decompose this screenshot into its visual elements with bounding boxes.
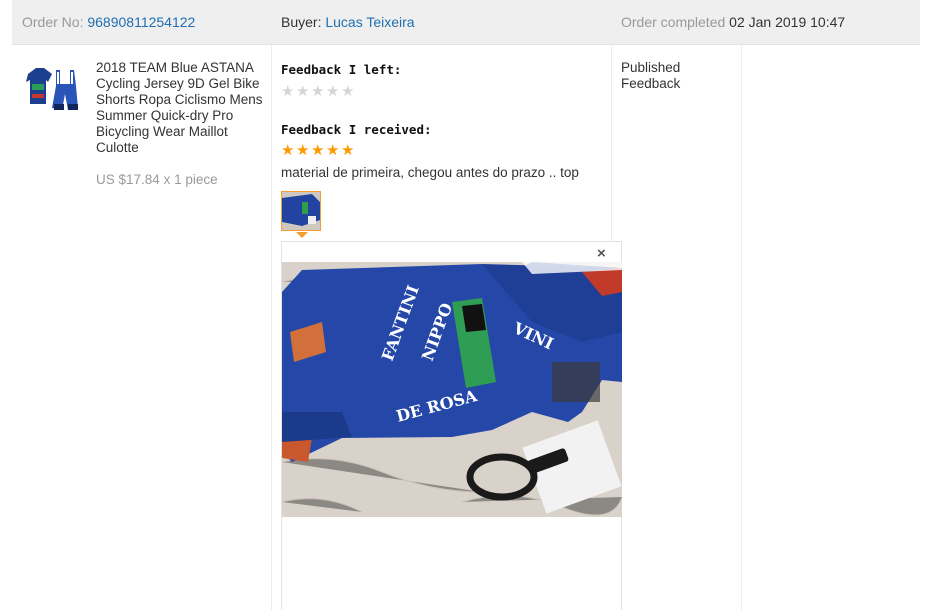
price-quantity: x 1 piece: [163, 172, 218, 187]
star-filled-icon: ★: [296, 142, 310, 159]
column-divider: [741, 45, 742, 610]
feedback-comment: material de primeira, chegou antes do pr…: [281, 165, 579, 180]
product-price: US $17.84 x 1 piece: [96, 172, 218, 187]
order-number: Order No: 96890811254122: [22, 14, 195, 30]
feedback-received-rating: ★ ★ ★ ★ ★: [281, 141, 356, 159]
thumbnail-pointer: [296, 232, 308, 238]
star-filled-icon: ★: [311, 142, 325, 159]
order-completed-date: 02 Jan 2019 10:47: [729, 14, 846, 30]
order-number-label: Order No:: [22, 14, 84, 30]
star-filled-icon: ★: [326, 142, 340, 159]
order-completed-label: Order completed: [621, 14, 726, 30]
star-empty-icon: ★: [281, 83, 295, 100]
feedback-left-rating: ★ ★ ★ ★ ★: [281, 82, 356, 100]
feedback-received-label: Feedback I received:: [281, 122, 432, 137]
order-completed: Order completed 02 Jan 2019 10:47: [621, 14, 845, 30]
buyer: Buyer: Lucas Teixeira: [281, 14, 415, 30]
feedback-photo-thumbnail[interactable]: [281, 191, 321, 231]
price-value: US $17.84: [96, 172, 160, 187]
order-number-link[interactable]: 96890811254122: [87, 14, 195, 30]
photo-thumb-icon: [282, 192, 320, 230]
order-status: Published Feedback: [621, 60, 680, 92]
buyer-label: Buyer:: [281, 14, 322, 30]
star-empty-icon: ★: [341, 83, 355, 100]
star-empty-icon: ★: [296, 83, 310, 100]
star-empty-icon: ★: [326, 83, 340, 100]
feedback-left-label: Feedback I left:: [281, 62, 402, 77]
star-filled-icon: ★: [281, 142, 295, 159]
feedback-photo[interactable]: FANTINI NIPPO DE ROSA VINI: [282, 262, 622, 517]
star-filled-icon: ★: [341, 142, 355, 159]
close-icon[interactable]: ×: [597, 245, 606, 262]
product-thumbnail[interactable]: [22, 60, 82, 120]
status-line-2: Feedback: [621, 76, 681, 91]
column-divider: [271, 45, 272, 610]
product-title[interactable]: 2018 TEAM Blue ASTANA Cycling Jersey 9D …: [96, 60, 266, 156]
star-empty-icon: ★: [311, 83, 325, 100]
status-line-1: Published: [621, 60, 681, 75]
buyer-name-link[interactable]: Lucas Teixeira: [325, 14, 414, 30]
